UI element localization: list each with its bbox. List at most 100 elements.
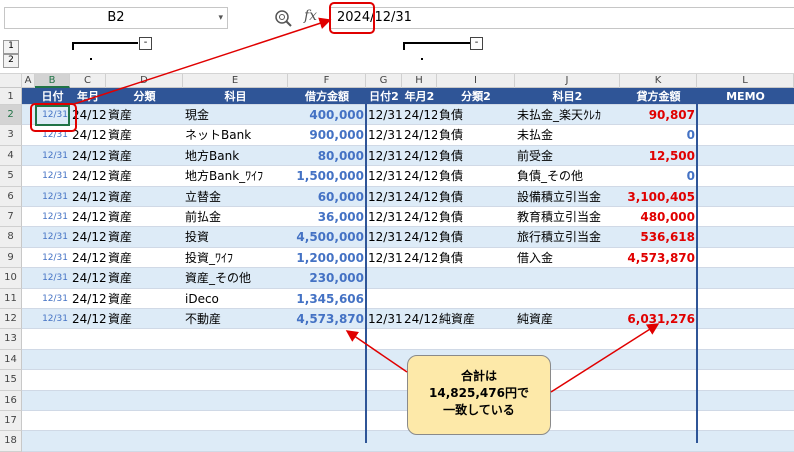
cell-date[interactable]: 12/31: [35, 248, 70, 267]
empty-cell[interactable]: [402, 329, 437, 348]
empty-cell[interactable]: [70, 391, 106, 410]
cell-ym[interactable]: 24/12: [70, 227, 106, 246]
cell-date2[interactable]: 12/31: [366, 125, 402, 144]
empty-cell[interactable]: [70, 350, 106, 369]
row-header[interactable]: 18: [0, 431, 22, 452]
empty-cell[interactable]: [183, 411, 288, 430]
cell-acct[interactable]: 現金: [183, 105, 288, 124]
empty-cell[interactable]: [620, 370, 697, 389]
formula-input[interactable]: 2024/12/31: [330, 7, 794, 29]
row-header[interactable]: 15: [0, 370, 22, 391]
cell-acct[interactable]: iDeco: [183, 289, 288, 308]
cell-acct[interactable]: 不動産: [183, 309, 288, 328]
empty-cell[interactable]: [697, 350, 794, 369]
cell-cat2[interactable]: [437, 268, 515, 287]
cell-credit[interactable]: [620, 289, 697, 308]
cell-ym2[interactable]: 24/12: [402, 105, 437, 124]
cell-cat2[interactable]: 負債: [437, 166, 515, 185]
column-header-j[interactable]: J: [515, 74, 620, 88]
row-header[interactable]: 6: [0, 186, 22, 207]
collapse-group-button[interactable]: -: [470, 37, 483, 50]
empty-cell[interactable]: [366, 431, 402, 450]
empty-cell[interactable]: [106, 391, 183, 410]
empty-cell[interactable]: [106, 350, 183, 369]
empty-cell[interactable]: [697, 391, 794, 410]
empty-cell[interactable]: [183, 329, 288, 348]
empty-cell[interactable]: [366, 411, 402, 430]
cell-date2[interactable]: 12/31: [366, 187, 402, 206]
cell-memo[interactable]: [697, 268, 794, 287]
cell-memo[interactable]: [697, 146, 794, 165]
header-acct2[interactable]: 科目2: [515, 88, 620, 104]
empty-cell[interactable]: [366, 370, 402, 389]
cell-date2[interactable]: 12/31: [366, 166, 402, 185]
header-cat[interactable]: 分類: [106, 88, 183, 104]
cell-date2[interactable]: 12/31: [366, 207, 402, 226]
cell-acct2[interactable]: 借入金: [515, 248, 620, 267]
cell-acct2[interactable]: 未払金: [515, 125, 620, 144]
cell-date2[interactable]: 12/31: [366, 248, 402, 267]
cell-ym[interactable]: 24/12: [70, 105, 106, 124]
select-all-corner[interactable]: [0, 74, 22, 88]
column-header-h[interactable]: H: [402, 74, 437, 88]
cell-ym2[interactable]: 24/12: [402, 309, 437, 328]
cell-acct2[interactable]: 負債_その他: [515, 166, 620, 185]
cell-debit[interactable]: 400,000: [288, 105, 366, 124]
row-header[interactable]: 17: [0, 411, 22, 432]
cell-credit[interactable]: 0: [620, 125, 697, 144]
header-ym[interactable]: 年月: [70, 88, 106, 104]
cell-cat[interactable]: 資産: [106, 268, 183, 287]
cell-ym[interactable]: 24/12: [70, 309, 106, 328]
cell-ym2[interactable]: 24/12: [402, 187, 437, 206]
cell-memo[interactable]: [697, 105, 794, 124]
cell-acct[interactable]: 前払金: [183, 207, 288, 226]
cell-cat2[interactable]: 負債: [437, 207, 515, 226]
cell-ym2[interactable]: 24/12: [402, 125, 437, 144]
cell-acct[interactable]: 地方Bank_ﾜｲﾌ: [183, 166, 288, 185]
cell-cat2[interactable]: 負債: [437, 227, 515, 246]
empty-cell[interactable]: [70, 370, 106, 389]
column-header-c[interactable]: C: [70, 74, 106, 88]
column-header-a[interactable]: A: [22, 74, 35, 88]
cell-date[interactable]: 12/31: [35, 227, 70, 246]
empty-cell[interactable]: [183, 370, 288, 389]
cell-ym2[interactable]: 24/12: [402, 166, 437, 185]
header-debit[interactable]: 借方金額: [288, 88, 366, 104]
empty-cell[interactable]: [35, 370, 70, 389]
cell-date2[interactable]: 12/31: [366, 146, 402, 165]
cell-debit[interactable]: 4,573,870: [288, 309, 366, 328]
cell-ym2[interactable]: 24/12: [402, 248, 437, 267]
cell-acct2[interactable]: 設備積立引当金: [515, 187, 620, 206]
cell-cat[interactable]: 資産: [106, 105, 183, 124]
empty-cell[interactable]: [106, 411, 183, 430]
cell-acct2[interactable]: [515, 268, 620, 287]
cell-cat2[interactable]: 負債: [437, 146, 515, 165]
cell-credit[interactable]: 3,100,405: [620, 187, 697, 206]
header-credit[interactable]: 貸方金額: [620, 88, 697, 104]
cell-cat[interactable]: 資産: [106, 227, 183, 246]
cell-cat[interactable]: 資産: [106, 289, 183, 308]
empty-cell[interactable]: [366, 329, 402, 348]
cell-acct[interactable]: 投資: [183, 227, 288, 246]
cell-ym2[interactable]: 24/12: [402, 207, 437, 226]
cell-debit[interactable]: 1,500,000: [288, 166, 366, 185]
cell-date2[interactable]: [366, 268, 402, 287]
cell-cat[interactable]: 資産: [106, 207, 183, 226]
cell-debit[interactable]: 36,000: [288, 207, 366, 226]
empty-cell[interactable]: [620, 329, 697, 348]
column-header-l[interactable]: L: [697, 74, 794, 88]
cell-cat[interactable]: 資産: [106, 187, 183, 206]
row-header[interactable]: 2: [0, 105, 22, 126]
cell-date[interactable]: 12/31: [35, 187, 70, 206]
row-header[interactable]: 14: [0, 349, 22, 371]
cell-debit[interactable]: 4,500,000: [288, 227, 366, 246]
cell-date[interactable]: 12/31: [35, 125, 70, 144]
cell-ym[interactable]: 24/12: [70, 166, 106, 185]
empty-cell[interactable]: [106, 370, 183, 389]
empty-cell[interactable]: [620, 411, 697, 430]
row-header[interactable]: 9: [0, 247, 22, 269]
cell-ym[interactable]: 24/12: [70, 187, 106, 206]
outline-level-1-button[interactable]: 1: [3, 40, 19, 54]
cell-cat[interactable]: 資産: [106, 125, 183, 144]
cell-date2[interactable]: 12/31: [366, 105, 402, 124]
